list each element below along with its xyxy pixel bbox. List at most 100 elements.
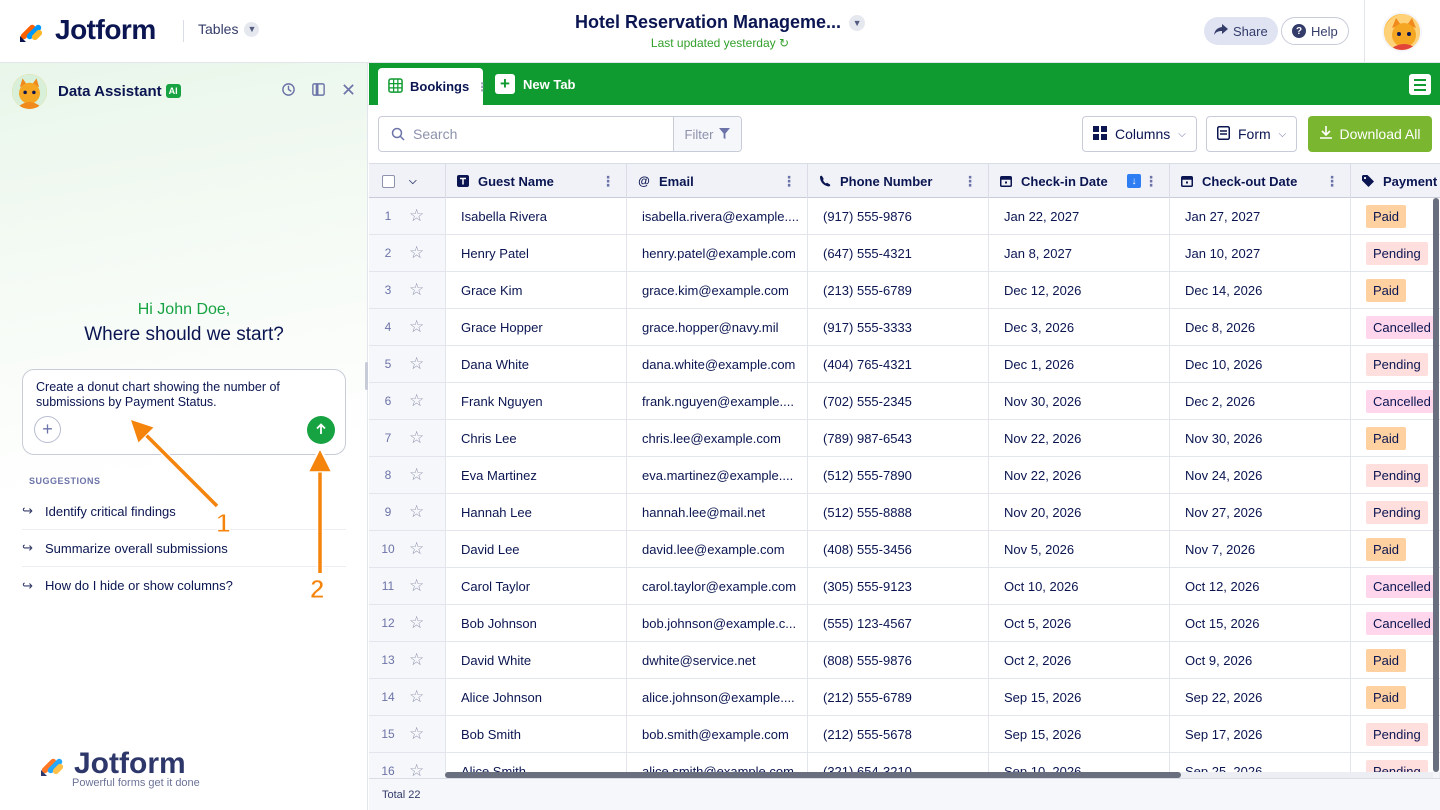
- share-button[interactable]: Share: [1204, 17, 1278, 45]
- email-cell[interactable]: grace.hopper@navy.mil: [627, 309, 808, 345]
- guest-name-cell[interactable]: Grace Hopper: [446, 309, 627, 345]
- vertical-scrollbar[interactable]: [1433, 198, 1439, 778]
- payment-status-cell[interactable]: Cancelled: [1351, 568, 1440, 604]
- payment-status-cell[interactable]: Cancelled: [1351, 605, 1440, 641]
- row-index-cell[interactable]: 16 ☆: [369, 753, 446, 778]
- email-cell[interactable]: dana.white@example.com: [627, 346, 808, 382]
- check-out-cell[interactable]: Oct 9, 2026: [1170, 642, 1351, 678]
- select-all-checkbox[interactable]: [382, 174, 395, 188]
- row-index-cell[interactable]: 8 ☆: [369, 457, 446, 493]
- guest-name-cell[interactable]: David White: [446, 642, 627, 678]
- table-row[interactable]: 10 ☆ David Lee david.lee@example.com (408) 5…: [369, 531, 1440, 568]
- check-out-cell[interactable]: Jan 10, 2027: [1170, 235, 1351, 271]
- prompt-input[interactable]: Create a donut chart showing the number …: [36, 380, 326, 410]
- payment-status-cell[interactable]: Paid: [1351, 420, 1440, 456]
- columns-button[interactable]: Columns ⌵: [1082, 116, 1197, 152]
- phone-cell[interactable]: (212) 555-6789: [808, 679, 989, 715]
- row-index-cell[interactable]: 3 ☆: [369, 272, 446, 308]
- star-icon[interactable]: ☆: [409, 465, 424, 485]
- star-icon[interactable]: ☆: [409, 206, 424, 226]
- star-icon[interactable]: ☆: [409, 687, 424, 707]
- phone-cell[interactable]: (917) 555-9876: [808, 198, 989, 234]
- check-in-cell[interactable]: Nov 22, 2026: [989, 457, 1170, 493]
- guest-name-cell[interactable]: Henry Patel: [446, 235, 627, 271]
- document-title[interactable]: Hotel Reservation Manageme... ▼: [575, 12, 866, 33]
- star-icon[interactable]: ☆: [409, 502, 424, 522]
- table-row[interactable]: 7 ☆ Chris Lee chris.lee@example.com (789) 98…: [369, 420, 1440, 457]
- guest-name-cell[interactable]: Eva Martinez: [446, 457, 627, 493]
- table-row[interactable]: 12 ☆ Bob Johnson bob.johnson@example.c... (5…: [369, 605, 1440, 642]
- suggestion-item[interactable]: ↪ Identify critical findings: [22, 493, 346, 530]
- check-in-cell[interactable]: Oct 2, 2026: [989, 642, 1170, 678]
- row-index-cell[interactable]: 9 ☆: [369, 494, 446, 530]
- check-in-cell[interactable]: Jan 8, 2027: [989, 235, 1170, 271]
- check-out-cell[interactable]: Oct 12, 2026: [1170, 568, 1351, 604]
- check-out-cell[interactable]: Dec 14, 2026: [1170, 272, 1351, 308]
- table-row[interactable]: 11 ☆ Carol Taylor carol.taylor@example.com(…: [369, 568, 1440, 605]
- table-row[interactable]: 5 ☆ Dana White dana.white@example.com (404) …: [369, 346, 1440, 383]
- column-menu-icon[interactable]: ⋮: [1144, 173, 1158, 190]
- chevron-down-icon[interactable]: ⌵: [409, 176, 417, 187]
- star-icon[interactable]: ☆: [409, 317, 424, 337]
- guest-name-cell[interactable]: Frank Nguyen: [446, 383, 627, 419]
- suggestion-item[interactable]: ↪ Summarize overall submissions: [22, 530, 346, 567]
- check-in-cell[interactable]: Nov 5, 2026: [989, 531, 1170, 567]
- table-row[interactable]: 6 ☆ Frank Nguyen frank.nguyen@example.... (7…: [369, 383, 1440, 420]
- phone-cell[interactable]: (213) 555-6789: [808, 272, 989, 308]
- check-in-cell[interactable]: Jan 22, 2027: [989, 198, 1170, 234]
- check-out-cell[interactable]: Oct 15, 2026: [1170, 605, 1351, 641]
- payment-status-cell[interactable]: Paid: [1351, 679, 1440, 715]
- check-out-cell[interactable]: Nov 27, 2026: [1170, 494, 1351, 530]
- table-row[interactable]: 2 ☆ Henry Patel henry.patel@example.com (647…: [369, 235, 1440, 272]
- column-menu-icon[interactable]: ⋮: [601, 173, 615, 190]
- table-row[interactable]: 3 ☆ Grace Kim grace.kim@example.com (213) 55…: [369, 272, 1440, 309]
- row-index-cell[interactable]: 6 ☆: [369, 383, 446, 419]
- table-row[interactable]: 4 ☆ Grace Hopper grace.hopper@navy.mil (917)…: [369, 309, 1440, 346]
- guest-name-cell[interactable]: David Lee: [446, 531, 627, 567]
- guest-name-cell[interactable]: Carol Taylor: [446, 568, 627, 604]
- sort-descending-icon[interactable]: ↓: [1127, 174, 1141, 188]
- column-header-check-in[interactable]: Check-in Date ↓ ⋮: [989, 164, 1170, 198]
- guest-name-cell[interactable]: Chris Lee: [446, 420, 627, 456]
- payment-status-cell[interactable]: Pending: [1351, 235, 1440, 271]
- payment-status-cell[interactable]: Pending: [1351, 346, 1440, 382]
- check-in-cell[interactable]: Nov 20, 2026: [989, 494, 1170, 530]
- email-cell[interactable]: eva.martinez@example....: [627, 457, 808, 493]
- phone-cell[interactable]: (512) 555-7890: [808, 457, 989, 493]
- column-menu-icon[interactable]: ⋮: [963, 173, 977, 190]
- row-index-cell[interactable]: 1 ☆: [369, 198, 446, 234]
- column-header-guest-name[interactable]: Guest Name ⋮: [446, 164, 627, 198]
- column-menu-icon[interactable]: ⋮: [1325, 173, 1339, 190]
- row-index-cell[interactable]: 10 ☆: [369, 531, 446, 567]
- tables-dropdown[interactable]: Tables ▼: [198, 21, 260, 37]
- payment-status-cell[interactable]: Paid: [1351, 531, 1440, 567]
- filter-button[interactable]: Filter: [673, 117, 741, 151]
- row-index-cell[interactable]: 15 ☆: [369, 716, 446, 752]
- check-out-cell[interactable]: Jan 27, 2027: [1170, 198, 1351, 234]
- refresh-icon[interactable]: ↻: [779, 36, 789, 50]
- guest-name-cell[interactable]: Dana White: [446, 346, 627, 382]
- table-row[interactable]: 8 ☆ Eva Martinez eva.martinez@example.... (5…: [369, 457, 1440, 494]
- panel-resize-handle[interactable]: [365, 362, 368, 390]
- row-index-cell[interactable]: 5 ☆: [369, 346, 446, 382]
- phone-cell[interactable]: (789) 987-6543: [808, 420, 989, 456]
- new-tab-button[interactable]: + New Tab: [495, 74, 576, 94]
- table-row[interactable]: 14 ☆ Alice Johnson alice.johnson@example...…: [369, 679, 1440, 716]
- row-index-cell[interactable]: 14 ☆: [369, 679, 446, 715]
- check-out-cell[interactable]: Dec 8, 2026: [1170, 309, 1351, 345]
- guest-name-cell[interactable]: Alice Johnson: [446, 679, 627, 715]
- row-index-cell[interactable]: 13 ☆: [369, 642, 446, 678]
- guest-name-cell[interactable]: Bob Smith: [446, 716, 627, 752]
- star-icon[interactable]: ☆: [409, 539, 424, 559]
- check-out-cell[interactable]: Dec 10, 2026: [1170, 346, 1351, 382]
- payment-status-cell[interactable]: Pending: [1351, 494, 1440, 530]
- table-row[interactable]: 13 ☆ David White dwhite@service.net (808) 55…: [369, 642, 1440, 679]
- payment-status-cell[interactable]: Cancelled: [1351, 383, 1440, 419]
- email-cell[interactable]: chris.lee@example.com: [627, 420, 808, 456]
- check-in-cell[interactable]: Nov 22, 2026: [989, 420, 1170, 456]
- sidebar-toggle-icon[interactable]: [310, 81, 326, 97]
- check-in-cell[interactable]: Oct 10, 2026: [989, 568, 1170, 604]
- guest-name-cell[interactable]: Bob Johnson: [446, 605, 627, 641]
- vertical-scroll-thumb[interactable]: [1433, 198, 1439, 772]
- star-icon[interactable]: ☆: [409, 650, 424, 670]
